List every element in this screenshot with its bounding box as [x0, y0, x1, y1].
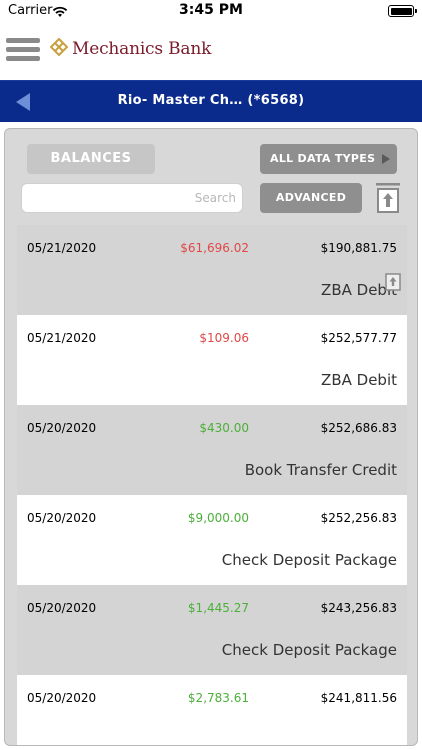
transaction-row[interactable]: 05/20/2020 $1,445.27 $243,256.83 Check Depo… [17, 585, 407, 675]
export-icon[interactable] [375, 182, 401, 214]
transaction-date: 05/20/2020 [27, 421, 97, 435]
transaction-balance: $252,256.83 [320, 511, 397, 525]
transaction-balance: $243,256.83 [320, 601, 397, 615]
clock: 3:45 PM [179, 2, 243, 18]
status-bar: Carrier 3:45 PM [0, 0, 422, 22]
balances-button[interactable]: BALANCES [27, 144, 155, 174]
transaction-row[interactable]: 05/21/2020 $109.06 $252,577.77 ZBA Debit [17, 315, 407, 405]
dropdown-arrow-icon [382, 154, 390, 164]
battery-icon [388, 5, 417, 17]
transaction-balance: $252,686.83 [320, 421, 397, 435]
transaction-balance: $241,811.56 [320, 691, 397, 705]
transaction-row[interactable]: 05/20/2020 $430.00 $252,686.83 Book Transfe… [17, 405, 407, 495]
transaction-date: 05/20/2020 [27, 511, 97, 525]
transaction-date: 05/20/2020 [27, 691, 97, 705]
transaction-amount: $9,000.00 [187, 511, 249, 525]
transaction-list: 05/21/2020 $61,696.02 $190,881.75 ZBA Debit… [17, 225, 407, 745]
data-types-label: ALL DATA TYPES [270, 152, 376, 165]
transaction-amount: $109.06 [199, 331, 249, 345]
app-header: Mechanics Bank [0, 22, 422, 80]
transaction-date: 05/21/2020 [27, 241, 97, 255]
search-field[interactable] [21, 183, 243, 213]
transaction-date: 05/20/2020 [27, 601, 97, 615]
transaction-description: Check Deposit Package [221, 641, 397, 659]
transaction-amount: $1,445.27 [187, 601, 249, 615]
advanced-button[interactable]: ADVANCED [260, 183, 362, 213]
data-types-dropdown[interactable]: ALL DATA TYPES [260, 144, 397, 174]
transaction-balance: $252,577.77 [320, 331, 397, 345]
account-title: Rio- Master Ch… (*6568) [117, 93, 305, 108]
hamburger-icon[interactable] [6, 38, 40, 64]
brand-name: Mechanics Bank [72, 39, 212, 59]
transaction-amount: $430.00 [199, 421, 249, 435]
transaction-description: Book Transfer Credit [244, 461, 397, 479]
transaction-amount: $61,696.02 [180, 241, 249, 255]
bank-logo: Mechanics Bank [49, 37, 212, 60]
transaction-date: 05/21/2020 [27, 331, 97, 345]
transaction-description: Check Deposit Package [221, 551, 397, 569]
transaction-row[interactable]: 05/21/2020 $61,696.02 $190,881.75 ZBA Debit [17, 225, 407, 315]
transactions-panel: BALANCES ALL DATA TYPES ADVANCED 05/21/2… [4, 128, 418, 746]
row-export-icon[interactable] [385, 273, 401, 291]
transaction-amount: $2,783.61 [187, 691, 249, 705]
nav-bar: Rio- Master Ch… (*6568) [0, 80, 422, 122]
transaction-balance: $190,881.75 [320, 241, 397, 255]
transaction-row[interactable]: 05/20/2020 $9,000.00 $252,256.83 Check Depo… [17, 495, 407, 585]
transaction-description: ZBA Debit [321, 371, 397, 389]
mechanics-bank-logo-icon [49, 37, 69, 60]
search-input[interactable] [22, 184, 242, 212]
transaction-row[interactable]: 05/20/2020 $2,783.61 $241,811.56 [17, 675, 407, 745]
